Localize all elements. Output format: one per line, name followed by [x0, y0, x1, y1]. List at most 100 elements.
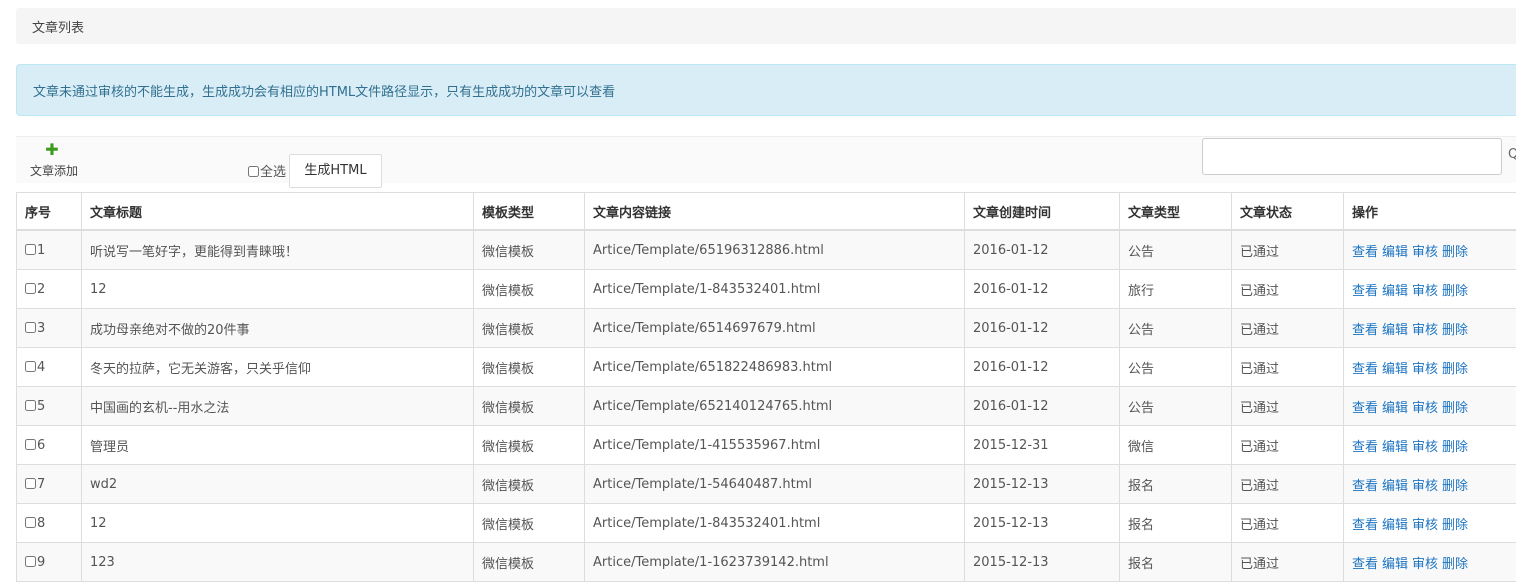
link-cell: Artice/Template/1-415535967.html: [585, 426, 965, 465]
status-cell: 已通过: [1232, 426, 1344, 465]
status-cell: 已通过: [1232, 270, 1344, 309]
created-cell: 2016-01-12: [965, 387, 1120, 426]
review-link[interactable]: 审核: [1412, 518, 1438, 533]
table-row: 1听说写一笔好字，更能得到青睐哦！微信模板Artice/Template/651…: [17, 230, 1516, 270]
delete-link[interactable]: 删除: [1442, 479, 1468, 494]
title-cell: 管理员: [82, 426, 474, 465]
column-header: 模板类型: [474, 193, 585, 231]
actions-cell: 查看编辑审核删除: [1344, 465, 1516, 504]
row-checkbox[interactable]: [25, 322, 36, 333]
edit-link[interactable]: 编辑: [1382, 401, 1408, 416]
search-input[interactable]: [1202, 138, 1502, 175]
id-cell: 9: [17, 543, 82, 582]
id-cell: 7: [17, 465, 82, 504]
view-link[interactable]: 查看: [1352, 479, 1378, 494]
view-link[interactable]: 查看: [1352, 518, 1378, 533]
review-link[interactable]: 审核: [1412, 479, 1438, 494]
status-cell: 已通过: [1232, 348, 1344, 387]
view-link[interactable]: 查看: [1352, 245, 1378, 260]
template-cell: 微信模板: [474, 309, 585, 348]
table-row: 812微信模板Artice/Template/1-843532401.html2…: [17, 504, 1516, 543]
title-cell: 冬天的拉萨，它无关游客，只关乎信仰: [82, 348, 474, 387]
table-row: 6管理员微信模板Artice/Template/1-415535967.html…: [17, 426, 1516, 465]
created-cell: 2015-12-31: [965, 426, 1120, 465]
delete-link[interactable]: 删除: [1442, 323, 1468, 338]
template-cell: 微信模板: [474, 504, 585, 543]
title-cell: 123: [82, 543, 474, 582]
row-checkbox[interactable]: [25, 556, 36, 567]
row-checkbox[interactable]: [25, 517, 36, 528]
select-all[interactable]: 全选: [248, 161, 286, 180]
delete-link[interactable]: 删除: [1442, 518, 1468, 533]
delete-link[interactable]: 删除: [1442, 245, 1468, 260]
link-cell: Artice/Template/1-843532401.html: [585, 270, 965, 309]
row-checkbox[interactable]: [25, 400, 36, 411]
id-cell: 6: [17, 426, 82, 465]
row-checkbox[interactable]: [25, 478, 36, 489]
edit-link[interactable]: 编辑: [1382, 284, 1408, 299]
type-cell: 报名: [1120, 543, 1232, 582]
row-id: 7: [37, 477, 45, 492]
delete-link[interactable]: 删除: [1442, 284, 1468, 299]
created-cell: 2016-01-12: [965, 309, 1120, 348]
title-cell: 中国画的玄机--用水之法: [82, 387, 474, 426]
id-cell: 1: [17, 230, 82, 270]
row-id: 8: [37, 516, 45, 531]
actions-cell: 查看编辑审核删除: [1344, 543, 1516, 582]
delete-link[interactable]: 删除: [1442, 362, 1468, 377]
generate-html-button[interactable]: 生成HTML: [289, 154, 382, 188]
view-link[interactable]: 查看: [1352, 362, 1378, 377]
view-link[interactable]: 查看: [1352, 401, 1378, 416]
select-all-checkbox[interactable]: [248, 166, 259, 177]
search-icon[interactable]: Q: [1508, 147, 1516, 162]
review-link[interactable]: 审核: [1412, 323, 1438, 338]
column-header: 文章状态: [1232, 193, 1344, 231]
type-cell: 公告: [1120, 348, 1232, 387]
template-cell: 微信模板: [474, 426, 585, 465]
link-cell: Artice/Template/65196312886.html: [585, 230, 965, 270]
delete-link[interactable]: 删除: [1442, 401, 1468, 416]
table-header-row: 序号文章标题模板类型文章内容链接文章创建时间文章类型文章状态操作: [17, 193, 1516, 231]
created-cell: 2015-12-13: [965, 465, 1120, 504]
link-cell: Artice/Template/1-54640487.html: [585, 465, 965, 504]
view-link[interactable]: 查看: [1352, 440, 1378, 455]
review-link[interactable]: 审核: [1412, 401, 1438, 416]
delete-link[interactable]: 删除: [1442, 557, 1468, 572]
table-row: 7wd2微信模板Artice/Template/1-54640487.html2…: [17, 465, 1516, 504]
edit-link[interactable]: 编辑: [1382, 245, 1408, 260]
edit-link[interactable]: 编辑: [1382, 479, 1408, 494]
table-row: 5中国画的玄机--用水之法微信模板Artice/Template/6521401…: [17, 387, 1516, 426]
alert-text: 文章未通过审核的不能生成，生成成功会有相应的HTML文件路径显示，只有生成成功的…: [33, 85, 615, 100]
edit-link[interactable]: 编辑: [1382, 557, 1408, 572]
view-link[interactable]: 查看: [1352, 284, 1378, 299]
view-link[interactable]: 查看: [1352, 557, 1378, 572]
edit-link[interactable]: 编辑: [1382, 440, 1408, 455]
type-cell: 旅行: [1120, 270, 1232, 309]
delete-link[interactable]: 删除: [1442, 440, 1468, 455]
review-link[interactable]: 审核: [1412, 245, 1438, 260]
row-checkbox[interactable]: [25, 361, 36, 372]
actions-cell: 查看编辑审核删除: [1344, 348, 1516, 387]
row-checkbox[interactable]: [25, 283, 36, 294]
add-article-button[interactable]: ✚ 文章添加: [31, 142, 91, 179]
view-link[interactable]: 查看: [1352, 323, 1378, 338]
created-cell: 2016-01-12: [965, 348, 1120, 387]
review-link[interactable]: 审核: [1412, 284, 1438, 299]
edit-link[interactable]: 编辑: [1382, 518, 1408, 533]
template-cell: 微信模板: [474, 230, 585, 270]
type-cell: 公告: [1120, 230, 1232, 270]
column-header: 操作: [1344, 193, 1516, 231]
created-cell: 2016-01-12: [965, 270, 1120, 309]
breadcrumb-label: 文章列表: [32, 21, 84, 36]
row-id: 2: [37, 282, 45, 297]
review-link[interactable]: 审核: [1412, 362, 1438, 377]
row-id: 1: [37, 243, 45, 258]
info-alert: 文章未通过审核的不能生成，生成成功会有相应的HTML文件路径显示，只有生成成功的…: [16, 64, 1516, 116]
review-link[interactable]: 审核: [1412, 440, 1438, 455]
row-checkbox[interactable]: [25, 439, 36, 450]
edit-link[interactable]: 编辑: [1382, 362, 1408, 377]
review-link[interactable]: 审核: [1412, 557, 1438, 572]
edit-link[interactable]: 编辑: [1382, 323, 1408, 338]
created-cell: 2016-01-12: [965, 230, 1120, 270]
row-checkbox[interactable]: [25, 244, 36, 255]
